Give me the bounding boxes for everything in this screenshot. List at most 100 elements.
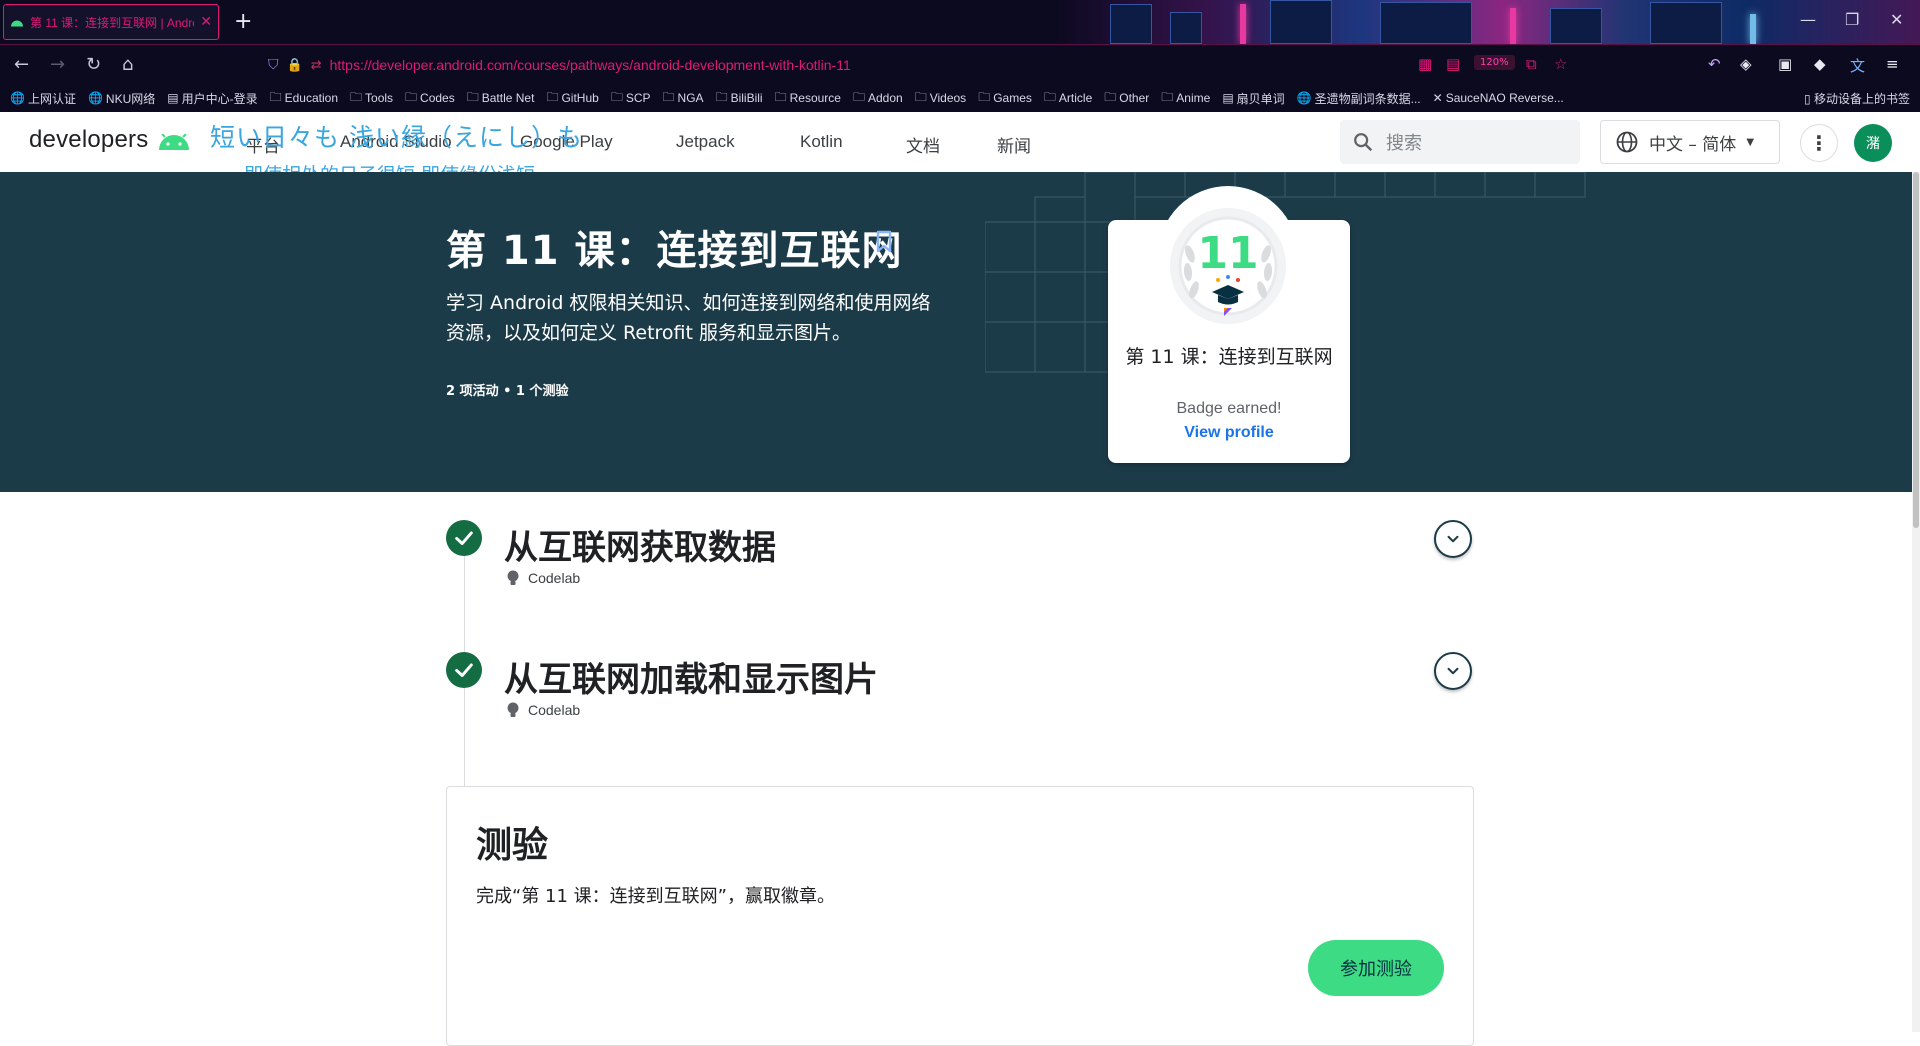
- search-input[interactable]: 搜索: [1340, 120, 1580, 164]
- bookmark-label: Resource: [789, 91, 841, 105]
- lock-icon[interactable]: 🔒: [287, 58, 303, 73]
- forward-icon[interactable]: →: [50, 55, 65, 75]
- quiz-description: 完成“第 11 课：连接到互联网”，赢取徽章。: [476, 886, 835, 907]
- extension-icon[interactable]: ◈: [1740, 55, 1752, 73]
- take-quiz-button[interactable]: 参加测验: [1308, 940, 1444, 996]
- permissions-icon[interactable]: ⇄: [311, 58, 322, 73]
- bookmark-item[interactable]: 🗀 Games: [978, 88, 1032, 109]
- developers-logo[interactable]: developers: [29, 126, 148, 154]
- view-profile-link[interactable]: View profile: [1108, 424, 1350, 442]
- bookmark-label: Battle Net: [481, 91, 535, 105]
- tab-close-icon[interactable]: ✕: [200, 14, 212, 30]
- browser-tab-bar: 第 11 课：连接到互联网 | Android Developers ✕ + —…: [0, 0, 1920, 44]
- translate-extension-icon[interactable]: 文: [1850, 55, 1865, 76]
- user-avatar[interactable]: 潴: [1854, 124, 1892, 162]
- android-favicon-icon: [11, 20, 23, 27]
- bookmark-label: NGA: [677, 91, 704, 105]
- qr-code-icon[interactable]: ▦: [1418, 55, 1432, 73]
- bookmark-label: 圣遗物副词条数据...: [1314, 91, 1421, 106]
- quiz-card: [446, 786, 1474, 1046]
- nav-docs[interactable]: 文档: [906, 132, 940, 157]
- badge-earned-label: Badge earned!: [1176, 400, 1282, 417]
- nav-jetpack[interactable]: Jetpack: [676, 132, 735, 152]
- lesson-meta: 2 项活动 • 1 个测验: [446, 384, 569, 399]
- activity-type: Codelab: [506, 702, 580, 718]
- more-options-icon[interactable]: ⋮: [1800, 124, 1838, 162]
- globe-icon: 🌐: [87, 91, 103, 105]
- reload-icon[interactable]: ↻: [86, 55, 101, 75]
- bookmark-item[interactable]: 🌐 上网认证: [10, 90, 76, 107]
- expand-chevron-icon[interactable]: [1434, 652, 1472, 690]
- nav-news[interactable]: 新闻: [997, 132, 1031, 157]
- undo-close-icon[interactable]: ↶: [1708, 55, 1721, 73]
- translate-page-icon[interactable]: ⧉: [1526, 55, 1537, 73]
- globe-icon: 🌐: [10, 91, 25, 105]
- minimize-icon[interactable]: —: [1800, 10, 1816, 29]
- bookmark-label: Article: [1058, 91, 1093, 105]
- bookmark-item[interactable]: 🗀 NGA: [663, 88, 704, 109]
- bookmark-item[interactable]: 🌐 NKU网络: [88, 90, 155, 107]
- mobile-bookmarks[interactable]: ▯ 移动设备上的书签: [1804, 90, 1910, 107]
- bookmark-label: Addon: [867, 91, 903, 105]
- bookmark-item[interactable]: 🗀 GitHub: [546, 88, 598, 109]
- bookmark-item[interactable]: ▤ 扇贝单词: [1222, 90, 1284, 107]
- bookmark-item[interactable]: ▤ 用户中心-登录: [167, 90, 257, 107]
- new-tab-button[interactable]: +: [234, 8, 252, 36]
- bookmark-item[interactable]: 🗀 Tools: [350, 88, 393, 109]
- extension-icon[interactable]: ▣: [1778, 55, 1792, 73]
- bookmark-label: Other: [1119, 91, 1150, 105]
- search-icon: [1354, 133, 1373, 152]
- menu-icon[interactable]: ≡: [1886, 55, 1899, 73]
- bookmark-item[interactable]: 🗀 Battle Net: [467, 88, 535, 109]
- folder-icon: 🗀: [852, 89, 865, 104]
- zoom-level[interactable]: 120%: [1474, 55, 1515, 70]
- bookmark-item[interactable]: 🗀 Anime: [1161, 88, 1210, 109]
- bookmark-item[interactable]: 🗀 BiliBili: [716, 88, 763, 109]
- bookmark-star-icon[interactable]: ☆: [1554, 55, 1567, 73]
- scrollbar-thumb[interactable]: [1913, 172, 1919, 528]
- bookmark-item[interactable]: 🗀 Education: [270, 88, 338, 109]
- back-icon[interactable]: ←: [14, 55, 29, 75]
- activity-type: Codelab: [506, 570, 580, 586]
- restore-icon[interactable]: ❐: [1845, 10, 1859, 29]
- folder-icon: 🗀: [1104, 89, 1117, 104]
- folder-icon: 🗀: [978, 89, 991, 104]
- activity-title[interactable]: 从互联网加载和显示图片: [504, 652, 878, 701]
- folder-icon: 🗀: [1161, 89, 1174, 104]
- bookmark-item[interactable]: 🗀 Other: [1104, 88, 1149, 109]
- folder-icon: 🗀: [662, 89, 675, 104]
- bookmark-icon[interactable]: [875, 230, 893, 254]
- bookmark-label: GitHub: [561, 91, 599, 105]
- address-bar[interactable]: ⛉ 🔒 ⇄ https://developer.android.com/cour…: [268, 51, 1618, 79]
- x-icon: ✕: [1432, 91, 1443, 105]
- activity-title[interactable]: 从互联网获取数据: [504, 520, 776, 569]
- url-text[interactable]: https://developer.android.com/courses/pa…: [330, 57, 851, 73]
- bookmark-item[interactable]: 🗀 Videos: [915, 88, 967, 109]
- lightbulb-icon: [507, 702, 519, 717]
- extension-icon[interactable]: ◆: [1814, 55, 1826, 73]
- bookmark-item[interactable]: 🗀 SCP: [611, 88, 651, 109]
- bookmarks-bar: 🌐 上网认证 🌐 NKU网络 ▤ 用户中心-登录 🗀 Education 🗀 Tools 🗀 Code…: [0, 84, 1920, 112]
- shield-icon[interactable]: ⛉: [268, 57, 279, 73]
- bookmark-item[interactable]: 🗀 Resource: [775, 88, 841, 109]
- folder-icon: 🗀: [914, 89, 927, 104]
- bookmark-item[interactable]: 🌐 圣遗物副词条数据...: [1297, 90, 1421, 107]
- page-icon: ▤: [167, 91, 179, 105]
- bookmark-item[interactable]: 🗀 Codes: [405, 88, 455, 109]
- active-tab[interactable]: 第 11 课：连接到互联网 | Android Developers ✕: [3, 4, 219, 40]
- home-icon[interactable]: ⌂: [122, 55, 133, 75]
- nav-kotlin[interactable]: Kotlin: [800, 132, 843, 152]
- bookmark-label: Codes: [420, 91, 455, 105]
- expand-chevron-icon[interactable]: [1434, 520, 1472, 558]
- globe-icon: [1616, 131, 1638, 153]
- language-label: 中文 – 简体: [1649, 134, 1737, 155]
- bookmark-item[interactable]: ✕ SauceNAO Reverse...: [1433, 91, 1564, 105]
- language-selector[interactable]: 中文 – 简体 ▼: [1600, 120, 1780, 164]
- folder-icon: 🗀: [1043, 89, 1056, 104]
- window-close-icon[interactable]: ✕: [1890, 10, 1903, 29]
- reader-view-icon[interactable]: ▤: [1446, 55, 1460, 73]
- bookmark-item[interactable]: 🗀 Article: [1044, 88, 1092, 109]
- bookmark-item[interactable]: 🗀 Addon: [853, 88, 903, 109]
- android-logo-icon: [159, 134, 189, 150]
- lesson-description: 学习 Android 权限相关知识、如何连接到网络和使用网络资源，以及如何定义 …: [446, 292, 931, 344]
